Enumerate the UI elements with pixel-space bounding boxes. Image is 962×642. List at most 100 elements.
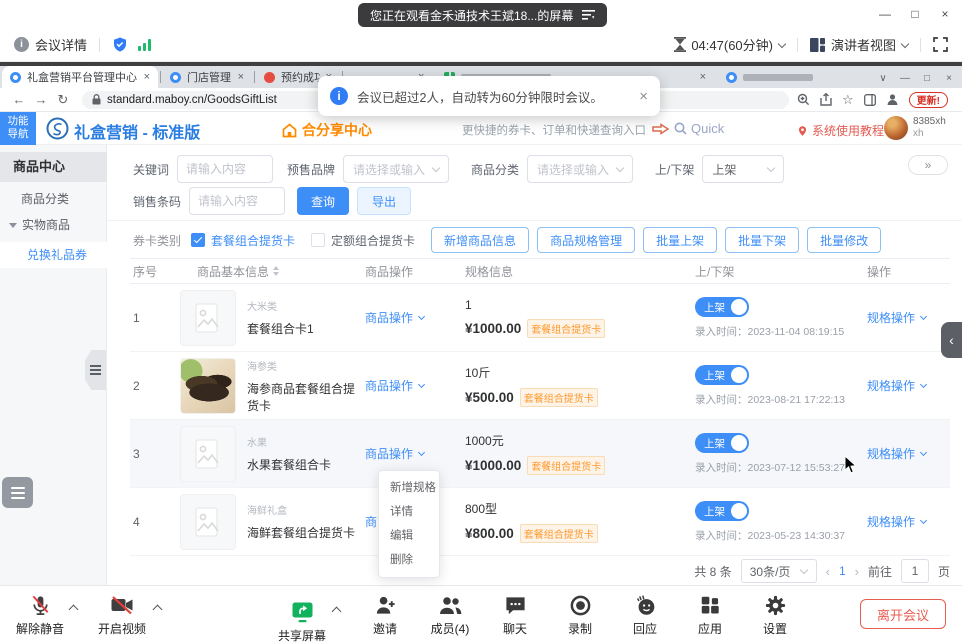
mouse-cursor — [844, 455, 857, 474]
card-type-label: 券卡类别 — [133, 232, 181, 249]
window-maximize-button[interactable]: □ — [900, 0, 930, 28]
side-panel-icon[interactable] — [864, 94, 876, 106]
prev-page-button[interactable]: ‹ — [826, 564, 830, 579]
back-icon[interactable]: ← — [8, 92, 30, 107]
view-mode-selector[interactable]: 演讲者视图 — [831, 35, 896, 54]
current-page[interactable]: 1 — [839, 564, 846, 578]
tab-close-icon[interactable]: × — [238, 71, 244, 83]
invite-button[interactable]: 邀请 — [365, 593, 405, 637]
profile-icon[interactable] — [886, 93, 899, 106]
meeting-panel-handle[interactable]: ‹ — [941, 322, 962, 358]
onsale-toggle[interactable]: 上架 — [695, 297, 749, 317]
onsale-toggle[interactable]: 上架 — [695, 501, 749, 521]
security-shield-icon[interactable] — [112, 36, 128, 53]
menu-item-add-spec[interactable]: 新增规格 — [379, 476, 439, 500]
menu-item-delete[interactable]: 删除 — [379, 548, 439, 572]
browser-maximize-button[interactable]: □ — [918, 69, 936, 87]
sidebar-item-voucher[interactable]: 兑换礼品券 — [0, 242, 107, 268]
filters-collapse-button[interactable]: » — [908, 155, 948, 175]
tab-favicon — [170, 72, 181, 83]
share-screen-button[interactable]: 共享屏幕 — [278, 600, 326, 642]
mic-options-caret[interactable] — [69, 605, 79, 615]
nav-toggle-button[interactable]: 功能 导航 — [0, 112, 36, 145]
browser-tab-store-admin[interactable]: 门店管理中心 × — [162, 66, 252, 88]
reactions-button[interactable]: 回应 — [625, 593, 665, 637]
onsale-toggle[interactable]: 上架 — [695, 365, 749, 385]
leave-meeting-button[interactable]: 离开会议 — [860, 599, 946, 629]
keyword-input[interactable] — [177, 155, 273, 183]
timer-chevron-icon[interactable] — [778, 39, 786, 47]
fullscreen-icon[interactable] — [933, 37, 948, 52]
sort-icon[interactable] — [273, 266, 279, 276]
tab-close-icon[interactable]: × — [144, 71, 150, 83]
status-select[interactable]: 上架 — [702, 155, 784, 183]
chat-button[interactable]: 聊天 — [495, 593, 535, 637]
notice-info-icon: i — [330, 87, 348, 105]
browser-minimize-button[interactable]: — — [896, 69, 914, 87]
menu-item-edit[interactable]: 编辑 — [379, 524, 439, 548]
chevron-down-icon — [616, 164, 624, 172]
product-action-link[interactable]: 商品操作 — [365, 377, 424, 394]
bookmark-star-icon[interactable]: ☆ — [842, 92, 854, 108]
members-button[interactable]: 成员(4) — [430, 593, 470, 637]
tab-search-icon[interactable]: ∨ — [874, 69, 892, 87]
unmute-button[interactable]: 解除静音 — [8, 593, 72, 637]
add-product-button[interactable]: 新增商品信息 — [431, 227, 529, 253]
brand-select[interactable]: 请选择或输入 — [343, 155, 449, 183]
forward-icon[interactable]: → — [30, 92, 52, 107]
barcode-input[interactable] — [189, 187, 285, 215]
tutorial-link[interactable]: 系统使用教程 — [797, 122, 884, 139]
record-button[interactable]: 录制 — [560, 593, 600, 637]
product-image-placeholder — [180, 426, 236, 482]
notice-close-icon[interactable]: × — [639, 88, 648, 105]
sidebar-section-product-center[interactable]: 商品中心 — [0, 152, 107, 182]
video-options-caret[interactable] — [153, 605, 163, 615]
reload-icon[interactable]: ↻ — [52, 92, 74, 108]
banner-menu-icon[interactable] — [582, 10, 595, 20]
view-mode-chevron-icon[interactable] — [901, 39, 909, 47]
tab-close-icon[interactable]: × — [700, 71, 706, 83]
package-card-checkbox[interactable] — [191, 233, 205, 247]
browser-update-button[interactable]: 更新! — [909, 92, 948, 108]
browser-close-button[interactable]: × — [940, 69, 958, 87]
window-close-button[interactable]: × — [930, 0, 960, 28]
browser-tab-hidden[interactable] — [718, 66, 878, 88]
meeting-details-link[interactable]: 会议详情 — [35, 35, 87, 54]
zoom-icon[interactable] — [797, 93, 810, 106]
spec-action-link[interactable]: 规格操作 — [867, 513, 926, 530]
window-minimize-button[interactable]: — — [870, 0, 900, 28]
list-icon — [11, 484, 25, 502]
share-icon[interactable] — [820, 93, 832, 106]
goto-page-input[interactable] — [901, 559, 929, 583]
user-avatar[interactable] — [884, 116, 908, 140]
batch-on-button[interactable]: 批量上架 — [643, 227, 717, 253]
spec-action-link[interactable]: 规格操作 — [867, 445, 926, 462]
settings-button[interactable]: 设置 — [755, 593, 795, 637]
batch-off-button[interactable]: 批量下架 — [725, 227, 799, 253]
spec-manage-button[interactable]: 商品规格管理 — [537, 227, 635, 253]
sidebar-collapse-handle[interactable] — [85, 350, 106, 390]
spec-action-link[interactable]: 规格操作 — [867, 377, 926, 394]
batch-edit-button[interactable]: 批量修改 — [807, 227, 881, 253]
apps-button[interactable]: 应用 — [690, 593, 730, 637]
sidebar-item-category[interactable]: 商品分类 — [0, 186, 107, 212]
search-button[interactable]: 查询 — [297, 187, 349, 215]
quick-search-link[interactable]: Quick — [674, 121, 724, 136]
share-options-caret[interactable] — [332, 607, 342, 617]
browser-tab-gift-admin[interactable]: 礼盒营销平台管理中心 × — [2, 66, 158, 88]
start-video-button[interactable]: 开启视频 — [84, 593, 160, 637]
fixed-card-checkbox[interactable] — [311, 233, 325, 247]
sidebar-item-physical[interactable]: 实物商品 — [0, 212, 107, 238]
product-action-link[interactable]: 商品操作 — [365, 309, 424, 326]
page-size-select[interactable]: 30条/页 — [741, 559, 817, 583]
category-select[interactable]: 请选择或输入 — [527, 155, 633, 183]
onsale-toggle[interactable]: 上架 — [695, 433, 749, 453]
product-action-link-open[interactable]: 商品操作 — [365, 445, 424, 462]
export-button[interactable]: 导出 — [357, 187, 411, 215]
network-signal-icon[interactable] — [138, 39, 151, 51]
floating-list-button[interactable] — [2, 477, 33, 508]
next-page-button[interactable]: › — [855, 564, 859, 579]
share-center-link[interactable]: 合分享中心 — [282, 120, 372, 140]
menu-item-detail[interactable]: 详情 — [379, 500, 439, 524]
spec-action-link[interactable]: 规格操作 — [867, 309, 926, 326]
